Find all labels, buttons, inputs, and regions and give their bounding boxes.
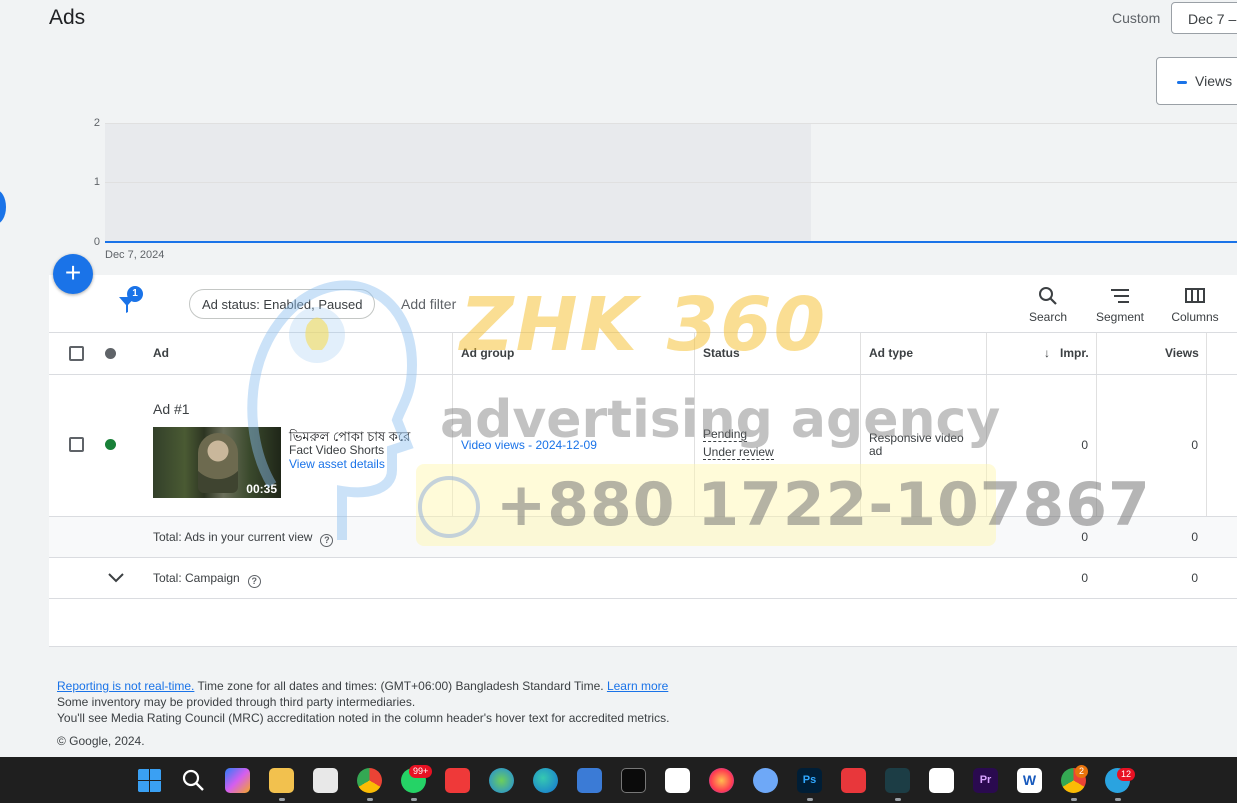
search-icon[interactable] bbox=[181, 768, 206, 793]
header-ad[interactable]: Ad bbox=[153, 346, 169, 360]
chrome-icon[interactable] bbox=[357, 768, 382, 793]
watermark-phone-box bbox=[416, 464, 996, 546]
ads-table-panel: 1 Ad status: Enabled, Paused Add filter … bbox=[49, 275, 1237, 647]
chart-y-tick: 0 bbox=[93, 236, 100, 248]
chart-series-line bbox=[105, 241, 1237, 243]
vivaldi-icon[interactable] bbox=[445, 768, 470, 793]
row-checkbox[interactable] bbox=[69, 437, 84, 452]
total-campaign-views: 0 bbox=[1191, 571, 1198, 585]
telegram-badge: 12 bbox=[1117, 768, 1136, 781]
header-impr[interactable]: Impr. bbox=[1060, 346, 1089, 360]
edge-icon[interactable] bbox=[533, 768, 558, 793]
header-ad-group[interactable]: Ad group bbox=[461, 346, 514, 360]
store-icon[interactable] bbox=[577, 768, 602, 793]
photoshop-icon[interactable]: Ps bbox=[797, 768, 822, 793]
segment-label: Segment bbox=[1095, 310, 1145, 324]
file-explorer-icon[interactable] bbox=[269, 768, 294, 793]
learn-more-link[interactable]: Learn more bbox=[607, 679, 668, 693]
chart-gridline bbox=[105, 182, 1237, 183]
search-icon bbox=[1039, 287, 1057, 305]
table-toolbar: 1 Ad status: Enabled, Paused Add filter … bbox=[49, 275, 1237, 333]
ad-type: Responsive video ad bbox=[869, 431, 964, 458]
ad-group-link[interactable]: Video views - 2024-12-09 bbox=[461, 438, 597, 452]
date-range-button[interactable]: Dec 7 – bbox=[1171, 2, 1237, 34]
enabled-status-dot[interactable] bbox=[105, 439, 116, 450]
status-column-icon bbox=[105, 348, 116, 359]
windows-taskbar: 99+ Ps Pr W 2 12 bbox=[0, 757, 1237, 803]
copyright: © Google, 2024. bbox=[57, 734, 145, 748]
reporting-realtime-link[interactable]: Reporting is not real-time. bbox=[57, 679, 194, 693]
premiere-icon[interactable]: Pr bbox=[973, 768, 998, 793]
impr-value: 0 bbox=[1081, 438, 1088, 452]
video-duration: 00:35 bbox=[246, 482, 277, 496]
chart-metric-button[interactable]: Views bbox=[1156, 57, 1237, 105]
columns-button[interactable]: Columns bbox=[1160, 285, 1230, 324]
chart-y-tick: 2 bbox=[93, 117, 100, 129]
inventory-note: Some inventory may be provided through t… bbox=[57, 695, 416, 709]
filmora-icon[interactable] bbox=[885, 768, 910, 793]
video-thumbnail[interactable]: 00:35 bbox=[153, 427, 281, 498]
views-value: 0 bbox=[1191, 438, 1198, 452]
windows-start-icon[interactable] bbox=[137, 768, 162, 793]
columns-label: Columns bbox=[1171, 310, 1219, 324]
add-filter-button[interactable]: Add filter bbox=[401, 296, 456, 312]
copilot-icon[interactable] bbox=[225, 768, 250, 793]
mrc-note: You'll see Media Rating Council (MRC) ac… bbox=[57, 711, 670, 725]
page-title: Ads bbox=[49, 6, 86, 29]
ad-name: Ad #1 bbox=[153, 401, 190, 417]
chart-gridline bbox=[105, 123, 1237, 124]
total-row-campaign: Total: Campaign? 0 0 bbox=[49, 558, 1237, 599]
edge-dev-icon[interactable] bbox=[489, 768, 514, 793]
search-button[interactable]: Search bbox=[1013, 285, 1083, 324]
firefox-icon[interactable] bbox=[709, 768, 734, 793]
date-range-label: Custom bbox=[1112, 10, 1161, 26]
help-icon[interactable]: ? bbox=[247, 575, 261, 588]
columns-icon bbox=[1185, 288, 1205, 303]
anydesk-icon[interactable] bbox=[841, 768, 866, 793]
view-asset-details-link[interactable]: View asset details bbox=[289, 457, 385, 471]
segment-button[interactable]: Segment bbox=[1085, 285, 1155, 324]
metric-color-swatch bbox=[1177, 80, 1187, 84]
phone-icon bbox=[418, 476, 480, 538]
header-status[interactable]: Status bbox=[703, 346, 740, 360]
select-all-checkbox[interactable] bbox=[69, 346, 84, 361]
word-icon[interactable]: W bbox=[1017, 768, 1042, 793]
capcut-icon[interactable] bbox=[665, 768, 690, 793]
table-header-row: Ad Ad group Status Ad type ↓ Impr. Views bbox=[49, 333, 1237, 375]
total-campaign-label: Total: Campaign bbox=[153, 571, 240, 585]
status-under-review[interactable]: Under review bbox=[703, 445, 774, 460]
filter-count-badge: 1 bbox=[127, 286, 143, 302]
total-view-impr: 0 bbox=[1081, 530, 1088, 544]
total-view-label: Total: Ads in your current view bbox=[153, 530, 313, 544]
sync-app-icon[interactable] bbox=[753, 768, 778, 793]
side-panel-toggle[interactable] bbox=[0, 190, 6, 224]
thumbnail-figure bbox=[198, 433, 238, 493]
segment-icon bbox=[1111, 289, 1129, 303]
ad-description: Fact Video Shorts bbox=[289, 443, 385, 457]
header-views[interactable]: Views bbox=[1165, 346, 1199, 360]
timezone-text: Time zone for all dates and times: (GMT+… bbox=[194, 679, 607, 693]
chart-x-tick: Dec 7, 2024 bbox=[105, 249, 165, 261]
header-ad-type[interactable]: Ad type bbox=[869, 346, 913, 360]
chart-metric-label: Views bbox=[1195, 73, 1233, 89]
status-pending[interactable]: Pending bbox=[703, 427, 748, 442]
sort-descending-icon[interactable]: ↓ bbox=[1044, 346, 1050, 360]
search-label: Search bbox=[1028, 310, 1068, 324]
total-view-views: 0 bbox=[1191, 530, 1198, 544]
add-ad-button[interactable]: + bbox=[53, 254, 93, 294]
capture-app-icon[interactable] bbox=[621, 768, 646, 793]
footer-notes: Reporting is not real-time. Time zone fo… bbox=[57, 678, 669, 726]
chrome-profile-badge: 2 bbox=[1075, 765, 1089, 778]
total-campaign-impr: 0 bbox=[1081, 571, 1088, 585]
help-icon[interactable]: ? bbox=[320, 534, 334, 547]
chevron-down-icon[interactable] bbox=[107, 572, 125, 584]
snipping-tool-icon[interactable] bbox=[313, 768, 338, 793]
ad-status-filter-chip[interactable]: Ad status: Enabled, Paused bbox=[189, 289, 376, 319]
capcut-pc-icon[interactable] bbox=[929, 768, 954, 793]
chart-y-tick: 1 bbox=[93, 176, 100, 188]
whatsapp-badge: 99+ bbox=[409, 765, 433, 778]
chart-shaded-region bbox=[105, 123, 811, 243]
